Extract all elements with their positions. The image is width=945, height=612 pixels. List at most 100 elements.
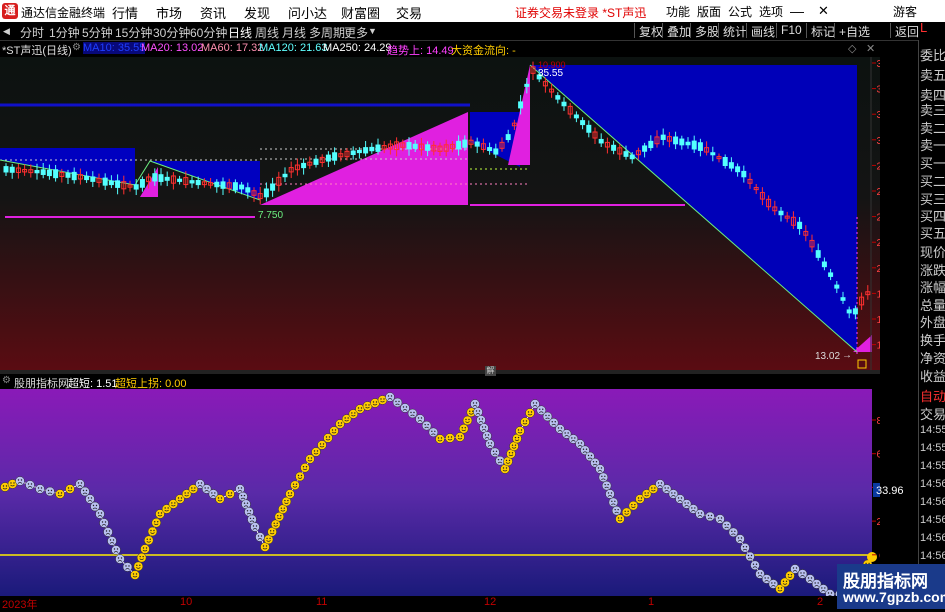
menu-news[interactable]: 资讯 bbox=[200, 3, 226, 22]
smile-down-icon bbox=[255, 532, 265, 542]
period-monthly[interactable]: 月线 bbox=[282, 24, 306, 41]
candle-body bbox=[555, 95, 561, 100]
menu-market[interactable]: 市场 bbox=[156, 3, 182, 22]
smile-down-icon bbox=[385, 392, 395, 402]
menu-layout[interactable]: 版面 bbox=[697, 3, 721, 20]
menu-discover[interactable]: 发现 bbox=[244, 3, 270, 22]
period-multi[interactable]: 多周期 bbox=[309, 24, 345, 41]
app-title: 通达信金融终端 bbox=[21, 6, 106, 20]
period-daily[interactable]: 日线 bbox=[228, 24, 252, 41]
candle-body bbox=[505, 134, 511, 141]
indicator-tick-label: 20.00 bbox=[876, 517, 880, 528]
period-more[interactable]: 更多 bbox=[344, 24, 368, 41]
login-warning[interactable]: 证券交易未登录 *ST声迅 bbox=[515, 4, 646, 21]
indicator-settings-icon[interactable]: ⚙ bbox=[2, 375, 11, 386]
ma120-value: MA120: 21.63 bbox=[259, 42, 328, 54]
period-5min[interactable]: 5分钟 bbox=[82, 24, 113, 41]
close-icon[interactable]: ✕ bbox=[818, 3, 829, 19]
candle-body bbox=[456, 140, 462, 150]
period-15min[interactable]: 15分钟 bbox=[115, 24, 152, 41]
candle-body bbox=[65, 172, 71, 178]
adjust-button[interactable]: 复权 bbox=[634, 23, 663, 39]
settings-gear-icon[interactable]: ⚙ bbox=[72, 42, 81, 53]
smile-down-icon bbox=[15, 476, 25, 486]
candle-body bbox=[9, 166, 15, 173]
price-tick-label: 18.00 bbox=[876, 289, 880, 300]
candle-body bbox=[834, 284, 840, 289]
app-logo-icon: 通 bbox=[2, 3, 18, 19]
smile-down-icon bbox=[695, 509, 705, 519]
menu-wealth[interactable]: 财富圈 bbox=[341, 3, 380, 22]
period-1min[interactable]: 1分钟 bbox=[49, 24, 80, 41]
watermark-url: www.7gpzb.com bbox=[843, 589, 945, 605]
candle-body bbox=[580, 120, 586, 126]
menu-ask[interactable]: 问小达 bbox=[288, 3, 327, 22]
overlay-button[interactable]: 叠加 bbox=[662, 23, 691, 39]
menu-trade[interactable]: 交易 bbox=[396, 3, 422, 22]
smile-down-icon bbox=[495, 455, 505, 466]
candle-body bbox=[375, 144, 381, 152]
smile-down-icon bbox=[485, 439, 495, 449]
f10-button[interactable]: F10 bbox=[776, 23, 802, 38]
candle-body bbox=[108, 180, 114, 186]
outer-label: 外盘 bbox=[920, 315, 945, 330]
add-watchlist-button[interactable]: +自选 bbox=[834, 23, 870, 39]
smile-down-icon bbox=[407, 408, 418, 419]
diamond-icon[interactable]: ◇ bbox=[848, 42, 856, 55]
ma250-value: MA250: 24.29 bbox=[323, 42, 392, 54]
candle-body bbox=[71, 171, 77, 181]
auto-label[interactable]: 自动 bbox=[920, 386, 945, 405]
time-axis: 2023年 10 11 12 1 2 bbox=[0, 596, 880, 611]
price-tick-label: 34.00 bbox=[876, 85, 880, 96]
multi-stock-button[interactable]: 多股 bbox=[690, 23, 719, 39]
period-weekly[interactable]: 周线 bbox=[255, 24, 279, 41]
smile-up-icon bbox=[65, 484, 75, 494]
candle-body bbox=[158, 174, 164, 182]
candle-body bbox=[350, 150, 356, 156]
ask5-label: 卖五 bbox=[920, 68, 945, 83]
smile-down-icon bbox=[740, 543, 750, 553]
trade-label[interactable]: 交易 bbox=[920, 404, 945, 423]
smile-down-icon bbox=[115, 554, 125, 564]
price-tick-label: 22.00 bbox=[876, 238, 880, 249]
candle-body bbox=[363, 147, 369, 154]
period-timeshare[interactable]: 分时 bbox=[20, 24, 44, 41]
smile-up-icon bbox=[215, 494, 225, 504]
candle-body bbox=[412, 143, 418, 149]
smile-down-icon bbox=[99, 518, 109, 528]
period-60min[interactable]: 60分钟 bbox=[190, 24, 227, 41]
candle-body bbox=[846, 309, 852, 314]
menu-options[interactable]: 选项 bbox=[759, 3, 783, 20]
smile-up-icon bbox=[290, 480, 300, 490]
back-button[interactable]: 返回 bbox=[890, 23, 919, 39]
kline-chart[interactable]: 35.55 10.900 7.750 13.02 → 36.0034.0032.… bbox=[0, 57, 880, 370]
price-tick-label: 28.00 bbox=[876, 161, 880, 172]
smile-down-icon bbox=[122, 562, 133, 572]
candle-body bbox=[679, 138, 685, 146]
candle-body bbox=[828, 272, 834, 277]
candle-body bbox=[115, 180, 121, 188]
chevron-down-icon[interactable]: ▼ bbox=[368, 26, 377, 36]
ma20-value: MA20: 13.02 bbox=[141, 42, 204, 54]
panel-close-icon[interactable]: ✕ bbox=[866, 42, 875, 55]
time-label-dec: 12 bbox=[484, 596, 497, 608]
menu-formula[interactable]: 公式 bbox=[728, 3, 752, 20]
menu-functions[interactable]: 功能 bbox=[666, 3, 690, 20]
price-tick-label: 30.00 bbox=[876, 136, 880, 147]
period-30min[interactable]: 30分钟 bbox=[153, 24, 190, 41]
smile-down-icon bbox=[735, 534, 745, 544]
collapse-icon[interactable]: ◀ bbox=[3, 26, 10, 37]
stats-button[interactable]: 统计 bbox=[718, 23, 747, 39]
candle-body bbox=[46, 169, 52, 177]
quote-panel: L 委比 卖五 卖四 卖三 卖二 卖一 买一 买二 买三 买四 买五 现价 涨跌… bbox=[918, 20, 945, 609]
smile-down-icon bbox=[715, 514, 725, 524]
candle-body bbox=[34, 169, 40, 174]
period-toolbar: ◀ 分时 1分钟 5分钟 15分钟 30分钟 60分钟 日线 周线 月线 多周期… bbox=[0, 22, 945, 41]
draw-line-button[interactable]: 画线 bbox=[746, 23, 775, 39]
menu-market-quotes[interactable]: 行情 bbox=[112, 3, 138, 22]
mark-button[interactable]: 标记 bbox=[806, 23, 835, 39]
indicator-chart[interactable]: 80.0060.0040.0020.000.00 bbox=[0, 389, 880, 596]
guest-label[interactable]: 游客 bbox=[893, 3, 917, 20]
minimize-icon[interactable]: — bbox=[790, 3, 804, 19]
smile-down-icon bbox=[608, 497, 619, 508]
